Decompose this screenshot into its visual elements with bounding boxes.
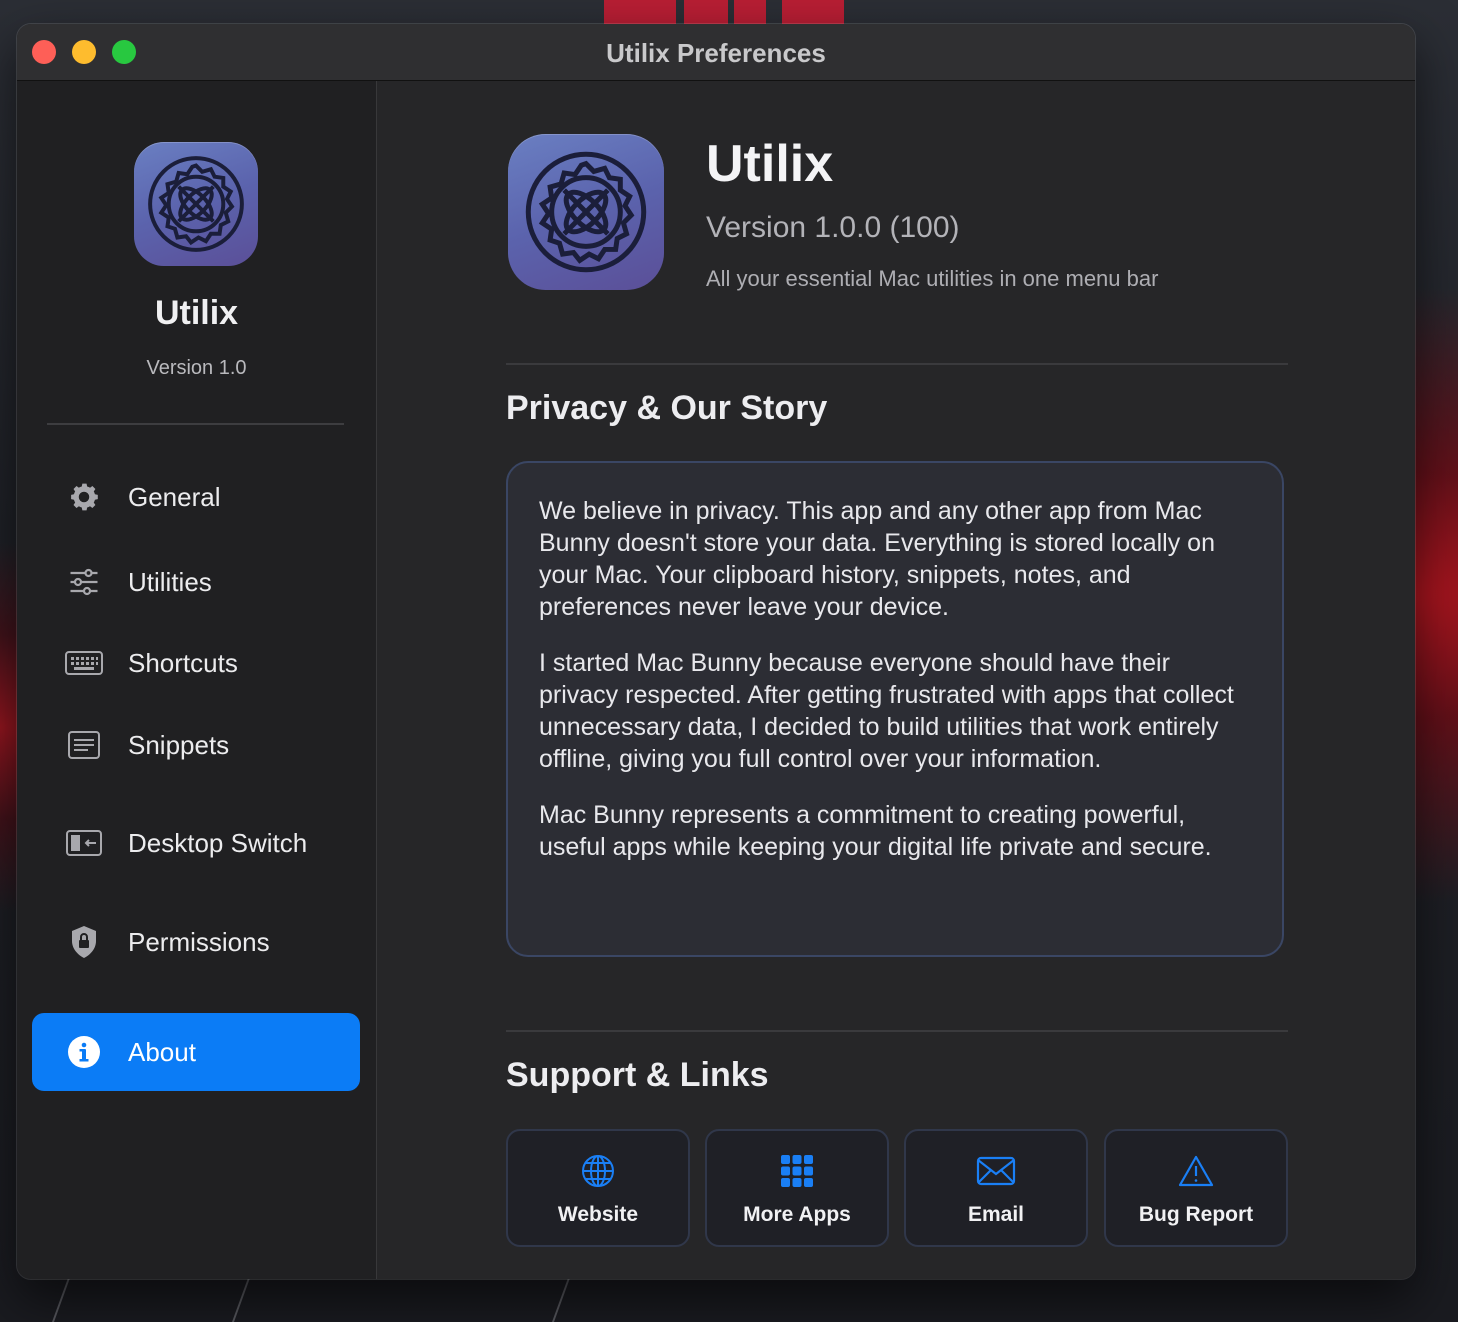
sidebar-item-desktop-switch[interactable]: Desktop Switch	[32, 793, 360, 893]
grid-icon	[707, 1151, 887, 1191]
sidebar-item-utilities[interactable]: Utilities	[32, 542, 360, 622]
more-apps-button[interactable]: More Apps	[705, 1129, 889, 1247]
website-button[interactable]: Website	[506, 1129, 690, 1247]
sliders-icon	[64, 562, 104, 602]
sidebar-item-label: Snippets	[128, 730, 230, 760]
email-label: Email	[967, 1203, 1025, 1226]
app-logo-icon	[508, 134, 664, 290]
globe-icon	[508, 1151, 688, 1191]
window-title: Utilix Preferences	[606, 38, 826, 68]
keyboard-icon	[64, 643, 104, 683]
website-label: Website	[557, 1203, 639, 1226]
header-divider	[506, 363, 1288, 365]
sidebar-item-snippets[interactable]: Snippets	[32, 705, 360, 785]
sidebar-item-general[interactable]: General	[32, 457, 360, 537]
sidebar-divider	[47, 423, 344, 425]
about-panel: Utilix Version 1.0.0 (100) All your esse…	[377, 81, 1415, 1279]
sidebar: Utilix Version 1.0 General Utilities Sho…	[17, 81, 377, 1279]
sidebar-app-name: Utilix	[154, 294, 239, 332]
privacy-story-box: We believe in privacy. This app and any …	[506, 461, 1284, 957]
preferences-window: Utilix Preferences Utilix Version 1.0 Ge…	[17, 24, 1415, 1279]
story-paragraph: I started Mac Bunny because everyone sho…	[539, 649, 1234, 773]
email-button[interactable]: Email	[904, 1129, 1088, 1247]
app-version: Version 1.0.0 (100)	[706, 211, 960, 244]
section-divider	[506, 1030, 1288, 1032]
bug-report-button[interactable]: Bug Report	[1104, 1129, 1288, 1247]
envelope-icon	[906, 1151, 1086, 1191]
sidebar-item-label: General	[128, 482, 221, 512]
desktop-switch-icon	[64, 823, 104, 863]
sidebar-item-shortcuts[interactable]: Shortcuts	[32, 623, 360, 703]
more-apps-label: More Apps	[743, 1203, 851, 1226]
privacy-section-title: Privacy & Our Story	[506, 389, 828, 427]
sidebar-item-permissions[interactable]: Permissions	[32, 902, 360, 982]
sidebar-item-label: About	[128, 1037, 196, 1067]
app-logo-icon	[134, 142, 258, 266]
text-document-icon	[64, 725, 104, 765]
sidebar-item-label: Shortcuts	[128, 648, 238, 678]
sidebar-app-version: Version 1.0	[146, 357, 247, 379]
sidebar-item-label: Permissions	[128, 927, 270, 957]
sidebar-item-label: Desktop Switch	[128, 828, 308, 858]
shield-lock-icon	[64, 922, 104, 962]
warning-icon	[1106, 1151, 1286, 1191]
gear-icon	[64, 477, 104, 517]
story-paragraph: Mac Bunny represents a commitment to cre…	[539, 801, 1212, 861]
sidebar-item-about[interactable]: About	[32, 1013, 360, 1091]
sidebar-item-label: Utilities	[128, 567, 212, 597]
story-paragraph: We believe in privacy. This app and any …	[539, 497, 1215, 621]
app-tagline: All your essential Mac utilities in one …	[706, 266, 1159, 291]
support-section-title: Support & Links	[506, 1056, 769, 1094]
app-name-heading: Utilix	[706, 135, 834, 193]
title-bar[interactable]: Utilix Preferences	[17, 24, 1415, 81]
bug-report-label: Bug Report	[1138, 1203, 1254, 1226]
info-icon	[64, 1032, 104, 1072]
